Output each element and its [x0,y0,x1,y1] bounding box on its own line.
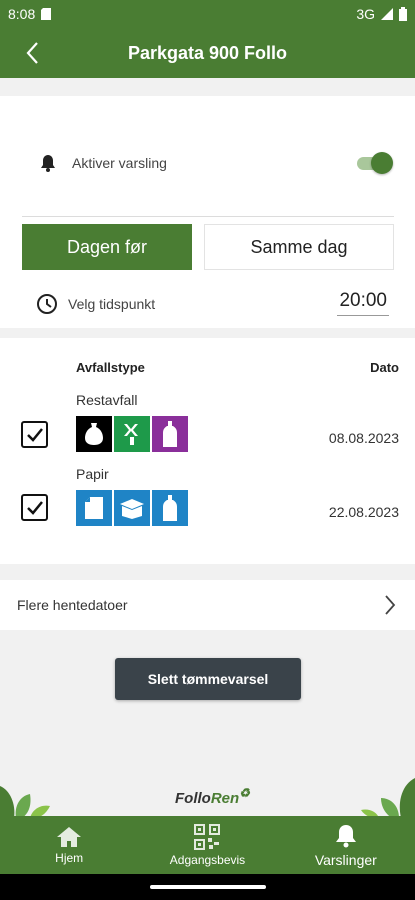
time-picker-row[interactable]: Velg tidspunkt 20:00 [36,290,391,318]
logo-text-ren: Ren [210,790,240,807]
waste-type-name: Papir [76,466,109,482]
bottle-icon [152,416,188,452]
nav-access-pass[interactable]: Adgangsbevis [138,816,276,874]
notification-toggle[interactable] [357,152,393,174]
notification-label: Aktiver varsling [72,155,167,171]
waste-type-name: Restavfall [76,392,138,408]
checkmark-icon [26,427,43,442]
clock-icon [37,294,57,314]
chevron-right-icon [385,595,396,615]
home-indicator[interactable] [150,885,266,889]
bottom-navigation: Hjem Adgangsbevis Varslinger [0,816,415,874]
page-title: Parkgata 900 Follo [127,42,288,63]
leaves-decoration-right [361,778,415,818]
nav-access-pass-label: Adgangsbevis [169,852,246,867]
paper-icon [76,490,112,526]
battery-icon [399,7,407,21]
toggle-knob [371,152,393,174]
carton-icon [152,490,188,526]
more-pickup-dates-row[interactable]: Flere hentedatoer [0,580,415,630]
delete-notification-button[interactable]: Slett tømmevarsel [115,658,301,700]
signal-icon [381,8,393,20]
checkmark-icon [26,500,43,515]
nav-home[interactable]: Hjem [0,816,138,874]
notification-row: Aktiver varsling [38,150,393,176]
system-gesture-bar [0,874,415,900]
waste-icons [76,490,188,526]
recycle-icon: ♻ [239,786,250,800]
pickup-date: 08.08.2023 [328,430,399,446]
cardboard-icon [114,490,150,526]
home-icon [57,826,82,847]
follo-ren-logo: FolloRen♻ [175,786,250,807]
nav-notifications[interactable]: Varslinger [277,816,415,874]
column-header-type: Avfallstype [76,360,145,375]
sd-card-icon [41,8,52,20]
network-label: 3G [356,6,375,22]
qr-code-icon [194,823,221,850]
leaves-decoration-left [0,786,50,818]
segment-same-day[interactable]: Samme dag [204,224,394,270]
waste-checkbox[interactable] [21,421,48,448]
notify-timing-selector: Dagen før Samme dag [22,224,396,272]
bell-icon [335,824,356,847]
logo-text-follo: Follo [175,790,211,807]
status-bar: 8:08 3G [0,0,415,28]
app-bar: Parkgata 900 Follo [0,28,415,78]
status-time: 8:08 [8,6,36,22]
column-header-date: Dato [370,360,399,375]
time-value[interactable]: 20:00 [337,290,389,316]
time-picker-label: Velg tidspunkt [68,296,156,312]
more-pickup-dates-label: Flere hentedatoer [17,597,128,613]
waste-icons [76,416,188,452]
residual-bag-icon [76,416,112,452]
divider [22,216,394,217]
bell-icon [41,155,55,172]
nav-notifications-label: Varslinger [314,851,377,868]
pickup-date: 22.08.2023 [328,504,399,520]
nav-home-label: Hjem [55,850,84,865]
segment-day-before[interactable]: Dagen før [22,224,192,270]
waste-checkbox[interactable] [21,494,48,521]
food-waste-icon [114,416,150,452]
waste-table-card [0,338,415,564]
back-arrow-icon[interactable] [20,40,46,66]
